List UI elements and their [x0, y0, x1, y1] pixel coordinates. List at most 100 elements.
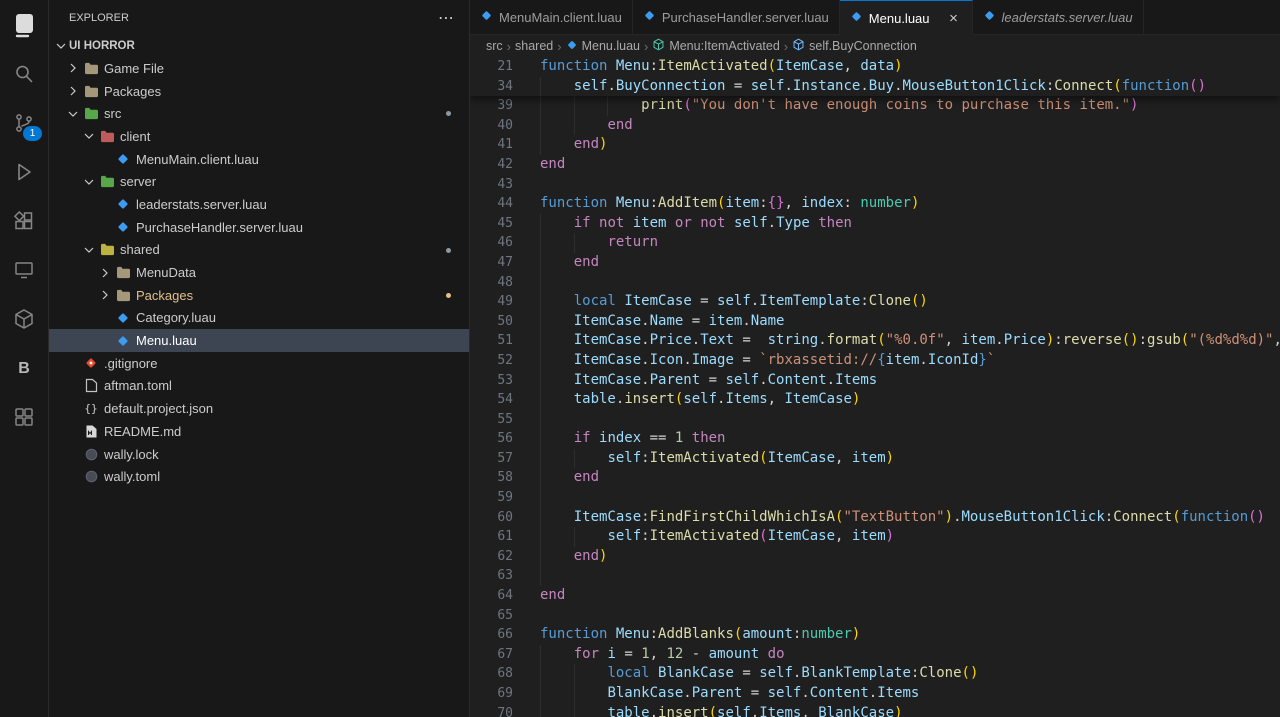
indent-guide [540, 703, 574, 717]
workspace-header[interactable]: UI HORROR [49, 35, 469, 57]
search-icon[interactable] [0, 49, 48, 98]
code-line-66[interactable]: 66 function Menu:AddBlanks(amount:number) [470, 625, 1280, 645]
line-number: 46 [497, 235, 513, 251]
package-icon[interactable] [0, 294, 48, 343]
code-line-44[interactable]: 44 function Menu:AddItem(item:{}, index: … [470, 194, 1280, 214]
tree-item-packages[interactable]: Packages [49, 80, 469, 103]
line-number: 47 [497, 254, 513, 270]
code-line-50[interactable]: 50 ItemCase.Name = item.Name [470, 311, 1280, 332]
breadcrumb-item-self-buyconnection[interactable]: self.BuyConnection [792, 38, 917, 54]
code-line-63[interactable]: 63 [470, 566, 1280, 587]
b-extension-icon[interactable]: B [0, 343, 48, 392]
line-number: 56 [497, 431, 513, 447]
code-line-59[interactable]: 59 [470, 488, 1280, 508]
folder-icon [97, 175, 117, 188]
code-line-46[interactable]: 46 return [470, 233, 1280, 253]
code-line-48[interactable]: 48 [470, 272, 1280, 293]
breadcrumb-item-src[interactable]: src [486, 39, 503, 53]
indent-guide [540, 684, 574, 704]
code-line-49[interactable]: 49 local ItemCase = self.ItemTemplate:Clo… [470, 292, 1280, 312]
modified-dot [446, 292, 451, 298]
extensions-icon[interactable] [0, 196, 48, 245]
code-line-64[interactable]: 64 end [470, 586, 1280, 606]
tree-item-readme-md[interactable]: README.md [49, 420, 469, 443]
code-line-55[interactable]: 55 [470, 409, 1280, 430]
code-line-62[interactable]: 62 end) [470, 546, 1280, 567]
tree-item-server[interactable]: server [49, 170, 469, 193]
tree-item-aftman-toml[interactable]: aftman.toml [49, 375, 469, 398]
code-line-57[interactable]: 57 self:ItemActivated(ItemCase, item) [470, 448, 1280, 469]
code-line-41[interactable]: 41 end) [470, 135, 1280, 155]
code-line-58[interactable]: 58 end [470, 468, 1280, 489]
sidebar-header: EXPLORER ⋯ [49, 0, 469, 35]
code-line-61[interactable]: 61 self:ItemActivated(ItemCase, item) [470, 527, 1280, 547]
tab-menu-luau[interactable]: Menu.luau × [839, 0, 973, 35]
code-area[interactable]: 39 print("You don't have enough coins to … [470, 96, 1280, 717]
line-number: 53 [497, 372, 513, 388]
code-line-52[interactable]: 52 ItemCase.Icon.Image = `rbxassetid://{i… [470, 350, 1280, 371]
code-line-42[interactable]: 42 end [470, 155, 1280, 175]
grid-extension-icon[interactable] [0, 392, 48, 441]
tree-item-client[interactable]: client [49, 125, 469, 148]
code-line-43[interactable]: 43 [470, 175, 1280, 195]
code-line-21[interactable]: 21 function Menu:ItemActivated(ItemCase, … [470, 57, 1280, 77]
code-line-68[interactable]: 68 local BlankCase = self.BlankTemplate:C… [470, 664, 1280, 684]
tree-item-category-luau[interactable]: Category.luau [49, 307, 469, 330]
tree-item-wally-lock[interactable]: wally.lock [49, 443, 469, 466]
indent-guide [540, 546, 574, 567]
tab-menumain-client-luau[interactable]: MenuMain.client.luau [470, 0, 633, 34]
code-line-70[interactable]: 70 table.insert(self.Items, BlankCase) [470, 703, 1280, 717]
line-number: 51 [497, 333, 513, 349]
tree-item-purchasehandler-server-luau[interactable]: PurchaseHandler.server.luau [49, 216, 469, 239]
code-line-54[interactable]: 54 table.insert(self.Items, ItemCase) [470, 390, 1280, 410]
tab-purchasehandler-server-luau[interactable]: PurchaseHandler.server.luau [633, 0, 840, 34]
code-line-65[interactable]: 65 [470, 606, 1280, 626]
tree-item-default-project-json[interactable]: {} default.project.json [49, 397, 469, 420]
tree-item-label: .gitignore [104, 355, 158, 371]
run-debug-icon[interactable] [0, 147, 48, 196]
source-control-icon[interactable]: 1 [0, 98, 48, 147]
code-line-56[interactable]: 56 if index == 1 then [470, 429, 1280, 449]
code-line-47[interactable]: 47 end [470, 252, 1280, 273]
tree-item-wally-toml[interactable]: wally.toml [49, 465, 469, 488]
tree-item-menudata[interactable]: MenuData [49, 261, 469, 284]
breadcrumb-separator-icon: › [506, 38, 512, 54]
tree-item-packages[interactable]: Packages [49, 284, 469, 307]
line-number: 45 [497, 215, 513, 231]
more-actions-icon[interactable]: ⋯ [438, 8, 455, 28]
line-number: 61 [497, 529, 513, 545]
folder-icon [97, 130, 117, 143]
code-editor[interactable]: 21 function Menu:ItemActivated(ItemCase, … [470, 57, 1280, 717]
tree-item-game-file[interactable]: Game File [49, 57, 469, 80]
tree-item-shared[interactable]: shared [49, 239, 469, 262]
tree-item-menu-luau[interactable]: Menu.luau [49, 329, 469, 352]
close-icon[interactable]: × [946, 10, 962, 27]
breadcrumb-item-shared[interactable]: shared [515, 39, 553, 53]
tree-item-leaderstats-server-luau[interactable]: leaderstats.server.luau [49, 193, 469, 216]
code-line-34[interactable]: 34 self.BuyConnection = self.Instance.Buy… [470, 76, 1280, 97]
code-line-60[interactable]: 60 ItemCase:FindFirstChildWhichIsA("TextB… [470, 507, 1280, 528]
tree-item-menumain-client-luau[interactable]: MenuMain.client.luau [49, 148, 469, 171]
tab-leaderstats-server-luau[interactable]: leaderstats.server.luau [973, 0, 1144, 34]
tree-item-src[interactable]: src [49, 102, 469, 125]
breadcrumb-item-menu-luau[interactable]: Menu.luau [566, 39, 640, 54]
indent-guide [540, 252, 574, 273]
code-line-69[interactable]: 69 BlankCase.Parent = self.Content.Items [470, 684, 1280, 704]
code-line-51[interactable]: 51 ItemCase.Price.Text = string.format("%… [470, 331, 1280, 351]
remote-window-icon[interactable] [0, 245, 48, 294]
code-line-39[interactable]: 39 print("You don't have enough coins to … [470, 96, 1280, 116]
indent-guide [573, 115, 608, 136]
code-line-40[interactable]: 40 end [470, 115, 1280, 136]
code-line-67[interactable]: 67 for i = 1, 12 - amount do [470, 644, 1280, 665]
code-line-53[interactable]: 53 ItemCase.Parent = self.Content.Items [470, 370, 1280, 391]
line-number: 58 [497, 470, 513, 486]
workspace-name: UI HORROR [69, 40, 135, 52]
code-line-45[interactable]: 45 if not item or not self.Type then [470, 213, 1280, 234]
indent-guide [540, 507, 574, 528]
tree-item-gitignore[interactable]: .gitignore [49, 352, 469, 375]
files-icon[interactable] [0, 0, 48, 49]
luau-file-icon [113, 220, 133, 234]
breadcrumb-item-menu-itemactivated[interactable]: Menu:ItemActivated [652, 38, 780, 54]
line-number: 59 [497, 490, 513, 506]
breadcrumb-separator-icon: › [557, 38, 562, 54]
